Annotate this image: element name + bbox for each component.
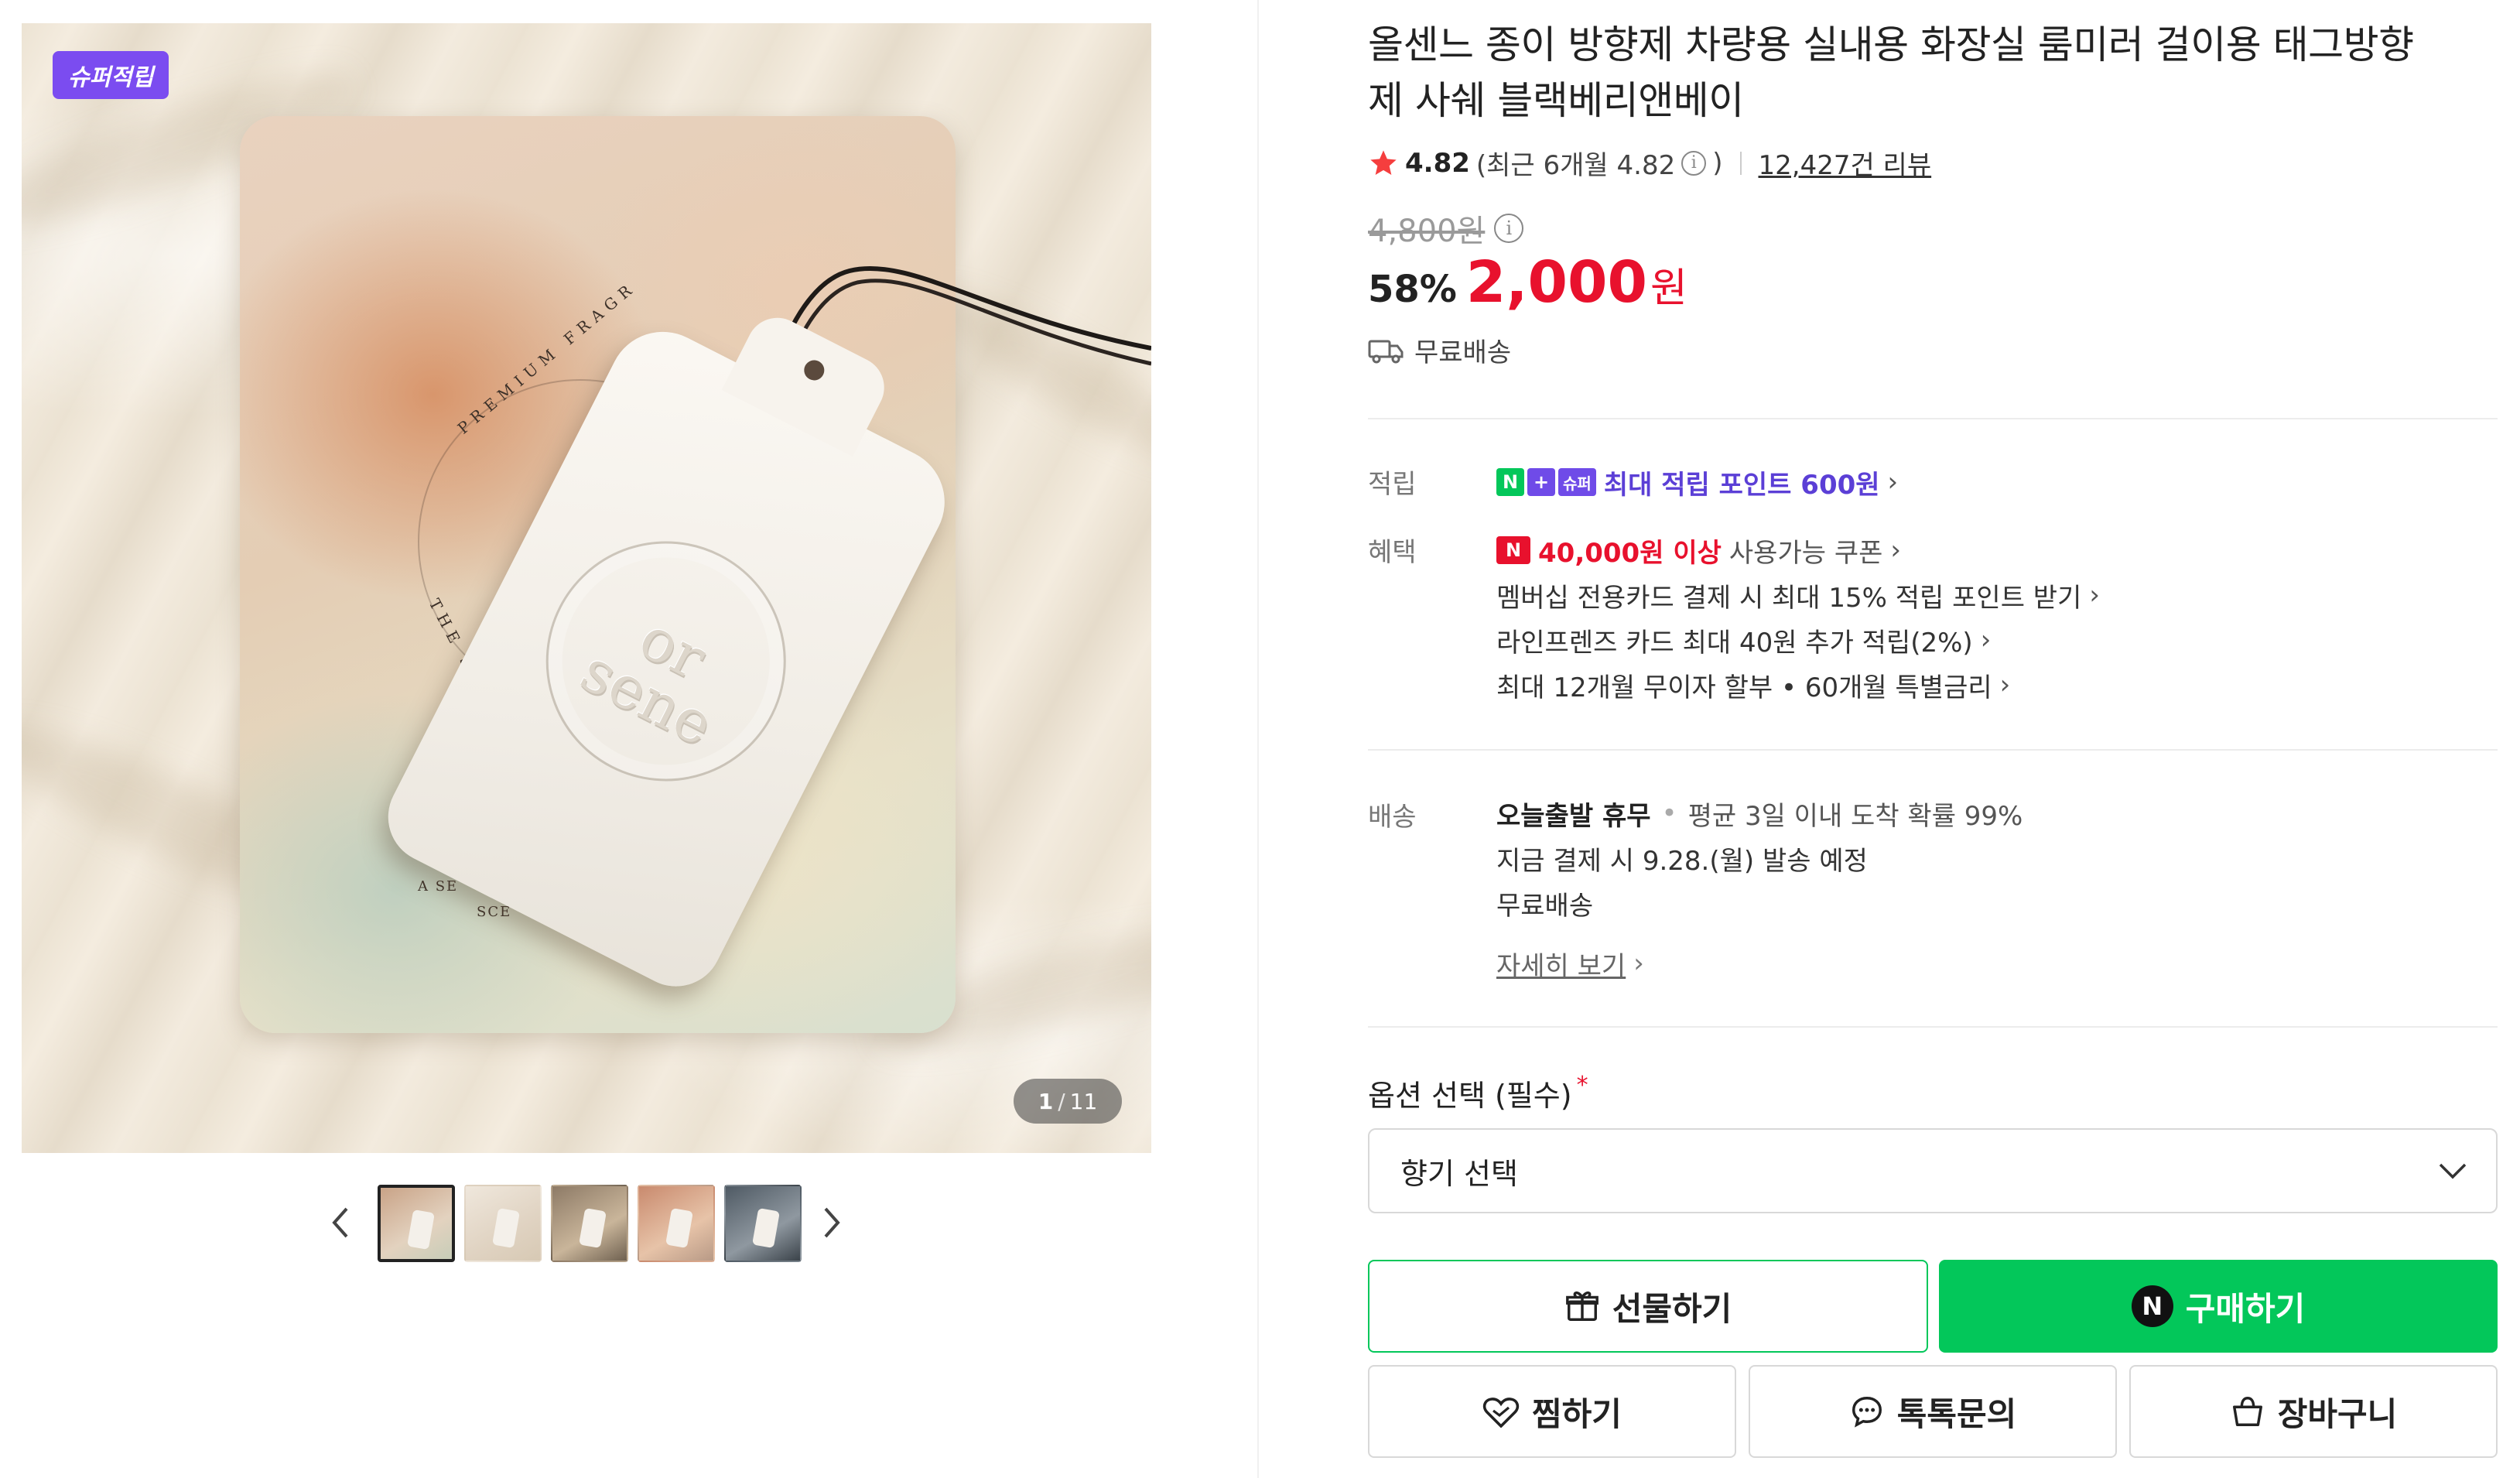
benefit-label: 혜택	[1368, 537, 1417, 568]
select-placeholder: 향기 선택	[1400, 1156, 1518, 1191]
counter-current: 1	[1038, 1088, 1054, 1114]
recent-rating-close: )	[1712, 147, 1723, 179]
shopping-bag-icon	[2232, 1397, 2262, 1426]
info-icon[interactable]: i	[1494, 214, 1524, 243]
column-divider	[1257, 0, 1259, 1478]
divider	[1368, 749, 2498, 751]
sale-price-row: 58% 2,000 원	[1368, 249, 1687, 316]
truck-icon	[1368, 340, 1404, 363]
info-icon[interactable]: i	[1681, 150, 1707, 176]
coupon-amount: 40,000원 이상	[1538, 537, 1722, 569]
wishlist-button-label: 찜하기	[1532, 1394, 1622, 1433]
buy-button[interactable]: N 구매하기	[1939, 1260, 2498, 1353]
rating-row: 4.82 (최근 6개월 4.82 i ) 12,427건 리뷰	[1368, 144, 1931, 182]
delivery-today-line: 오늘출발 휴무 • 평균 3일 이내 도착 확률 99%	[1496, 791, 2022, 836]
today-shipping: 오늘출발 휴무	[1496, 800, 1651, 832]
coupon-n-badge: N	[1496, 536, 1530, 564]
delivery-section: 오늘출발 휴무 • 평균 3일 이내 도착 확률 99% 지금 결제 시 9.2…	[1496, 791, 2022, 986]
details-line[interactable]: 자세히 보기 ›	[1496, 941, 2022, 986]
n-badge: N	[1496, 468, 1524, 496]
arrival-probability: 평균 3일 이내 도착 확률 99%	[1687, 800, 2023, 832]
option-label: 옵션 선택 (필수) *	[1368, 1072, 1588, 1114]
thumbnail-strip	[378, 1184, 802, 1263]
cart-button[interactable]: 장바구니	[2129, 1365, 2498, 1458]
talk-inquiry-button[interactable]: 톡톡문의	[1749, 1365, 2117, 1458]
installment-text: 최대 12개월 무이자 할부 • 60개월 특별금리	[1496, 672, 1992, 703]
chevron-down-icon	[2439, 1163, 2467, 1179]
accrual-text: 최대 적립 포인트 600원	[1603, 469, 1880, 501]
thumb-prev-button[interactable]	[313, 1196, 368, 1250]
fee-line: 무료배송	[1496, 881, 2022, 925]
gift-icon	[1565, 1292, 1599, 1321]
delivery-label: 배송	[1368, 802, 1417, 833]
wishlist-button[interactable]: 찜하기	[1368, 1365, 1736, 1458]
coupon-text: 사용가능 쿠폰	[1728, 537, 1883, 569]
details-link[interactable]: 자세히 보기	[1496, 945, 1626, 983]
gift-button-label: 선물하기	[1612, 1289, 1732, 1328]
naverpay-plus-badges: N + 슈퍼	[1496, 468, 1596, 496]
thumb-next-button[interactable]	[805, 1196, 859, 1250]
shipping-text: 무료배송	[1414, 337, 1512, 368]
rating-score: 4.82	[1405, 147, 1470, 179]
gift-button[interactable]: 선물하기	[1368, 1260, 1928, 1353]
membership-text: 멤버십 전용카드 결제 시 최대 15% 적립 포인트 받기	[1496, 582, 2082, 614]
currency-unit: 원	[1650, 265, 1687, 312]
thumbnail[interactable]	[378, 1185, 455, 1262]
chevron-right-icon: ›	[1890, 535, 1901, 566]
counter-separator: /	[1058, 1088, 1065, 1114]
divider	[1368, 1026, 2498, 1028]
chevron-right-icon: ›	[1887, 467, 1899, 498]
option-label-text: 옵션 선택 (필수)	[1368, 1079, 1572, 1113]
card-text: 라인프렌즈 카드 최대 40원 추가 적립(2%)	[1496, 627, 1973, 659]
chevron-right-icon	[824, 1207, 840, 1238]
shipping-summary: 무료배송	[1368, 331, 1511, 369]
naverpay-n-icon: N	[2131, 1285, 2173, 1327]
bullet: •	[1661, 798, 1677, 829]
image-counter: 1 / 11	[1014, 1079, 1122, 1124]
benefit-section: N 40,000원 이상 사용가능 쿠폰 › 멤버십 전용카드 결제 시 최대 …	[1496, 528, 2100, 707]
thumbnail[interactable]	[464, 1185, 542, 1262]
product-main-image[interactable]: PREMIUM FRAGR THE SCE A SE SCE or sene 슈…	[22, 23, 1151, 1153]
membership-line[interactable]: 멤버십 전용카드 결제 시 최대 15% 적립 포인트 받기 ›	[1496, 573, 2100, 618]
thumbnail[interactable]	[724, 1185, 802, 1262]
chevron-right-icon: ›	[1980, 624, 1992, 655]
chevron-right-icon: ›	[1633, 948, 1644, 979]
chat-bubble-icon	[1852, 1397, 1882, 1428]
buy-button-label: 구매하기	[2185, 1289, 2306, 1328]
accrual-section: N + 슈퍼 최대 적립 포인트 600원 ›	[1496, 460, 1898, 505]
chevron-left-icon	[332, 1207, 348, 1238]
dispatch-schedule: 지금 결제 시 9.28.(월) 발송 예정	[1496, 845, 1868, 877]
card-line[interactable]: 라인프렌즈 카드 최대 40원 추가 적립(2%) ›	[1496, 618, 2100, 662]
cart-button-label: 장바구니	[2277, 1394, 2398, 1433]
delivery-fee: 무료배송	[1496, 890, 1594, 922]
coupon-line[interactable]: N 40,000원 이상 사용가능 쿠폰 ›	[1496, 528, 2100, 573]
discount-rate: 58%	[1368, 268, 1457, 311]
plus-badge: +	[1527, 468, 1555, 496]
divider	[1368, 418, 2498, 419]
thumbnail[interactable]	[551, 1185, 628, 1262]
sale-price: 2,000	[1465, 249, 1647, 316]
thumbnail[interactable]	[638, 1185, 715, 1262]
accrual-line[interactable]: N + 슈퍼 최대 적립 포인트 600원 ›	[1496, 460, 1898, 505]
super-badge: 슈퍼	[1558, 468, 1596, 496]
counter-total: 11	[1069, 1088, 1098, 1114]
heart-icon	[1482, 1398, 1520, 1428]
tag-hole	[800, 356, 828, 384]
original-price-value: 4,800원	[1368, 214, 1486, 249]
review-count-link[interactable]: 12,427건 리뷰	[1759, 144, 1932, 182]
required-mark: *	[1576, 1072, 1588, 1099]
product-title: 올센느 종이 방향제 차량용 실내용 화장실 룸미러 걸이용 태그방향제 사쉐 …	[1368, 22, 2414, 123]
fragrance-select[interactable]: 향기 선택	[1368, 1128, 2498, 1213]
super-accrual-badge: 슈퍼적립	[53, 51, 169, 99]
installment-line[interactable]: 최대 12개월 무이자 할부 • 60개월 특별금리 ›	[1496, 662, 2100, 707]
recent-rating: (최근 6개월 4.82	[1475, 150, 1676, 181]
accrual-label: 적립	[1368, 469, 1417, 500]
divider	[1739, 151, 1742, 175]
original-price: 4,800원 i	[1368, 206, 1524, 251]
star-icon	[1370, 149, 1397, 175]
talk-inquiry-button-label: 톡톡문의	[1896, 1394, 2017, 1433]
chevron-right-icon: ›	[2089, 580, 2100, 611]
chevron-right-icon: ›	[1999, 669, 2011, 700]
dispatch-line: 지금 결제 시 9.28.(월) 발송 예정	[1496, 836, 2022, 881]
